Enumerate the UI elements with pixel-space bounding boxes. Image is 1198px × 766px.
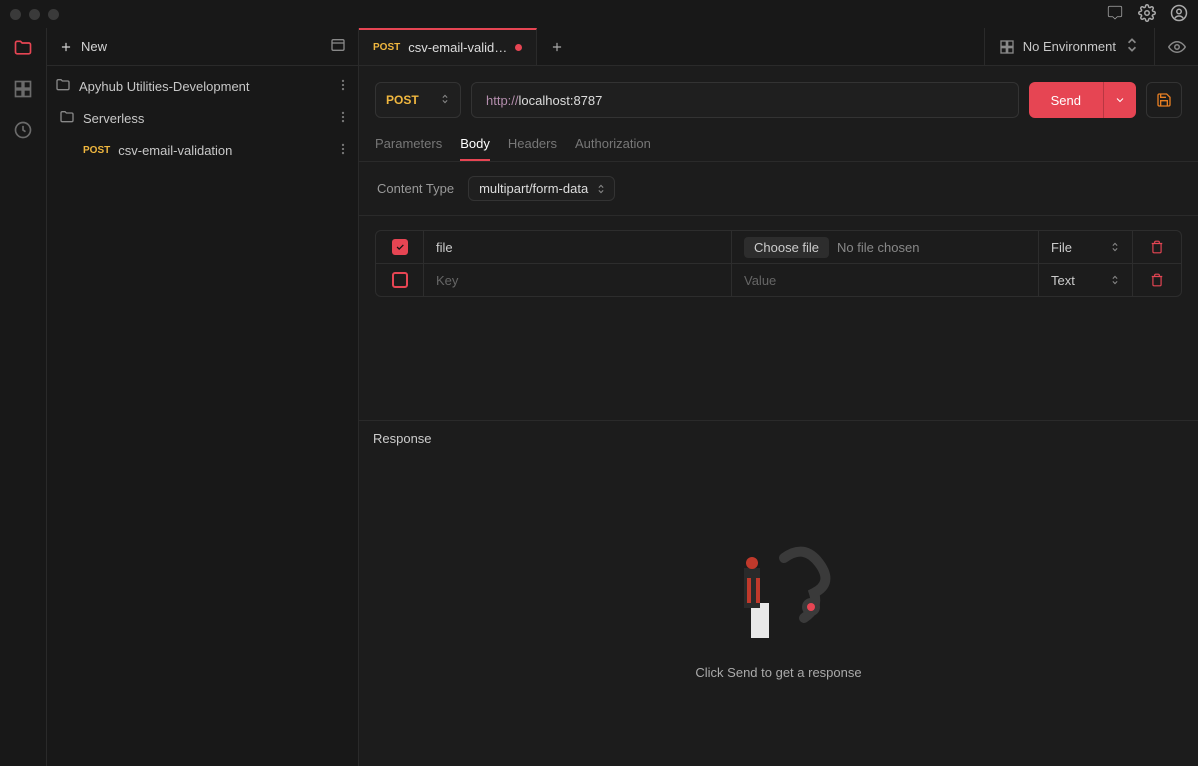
request-tab[interactable]: POST csv-email-valid…	[359, 28, 537, 65]
file-status: No file chosen	[837, 240, 919, 255]
more-icon[interactable]	[336, 78, 350, 95]
row-delete-button[interactable]	[1133, 231, 1181, 263]
nav-env-icon[interactable]	[13, 79, 33, 102]
more-icon[interactable]	[336, 142, 350, 159]
content-type-row: Content Type multipart/form-data	[359, 162, 1198, 216]
row-enable-checkbox[interactable]	[376, 264, 424, 296]
nav-history-icon[interactable]	[13, 120, 33, 143]
method-select-value: POST	[386, 93, 419, 107]
url-input[interactable]: http://localhost:8787	[471, 82, 1019, 118]
tab-authorization[interactable]: Authorization	[575, 128, 651, 161]
sidebar-item-label: Serverless	[83, 111, 328, 126]
row-value-input[interactable]: Choose file No file chosen	[732, 231, 1039, 263]
minimize-dot[interactable]	[29, 9, 40, 20]
row-delete-button[interactable]	[1133, 264, 1181, 296]
row-type-select[interactable]: Text	[1039, 264, 1133, 296]
row-type-value: File	[1051, 240, 1072, 255]
sidebar-item-apyhub[interactable]: Apyhub Utilities-Development	[47, 70, 358, 102]
method-select[interactable]: POST	[375, 82, 461, 118]
row-key-input[interactable]: file	[424, 231, 732, 263]
dirty-indicator	[515, 44, 522, 51]
response-header: Response	[359, 421, 1198, 456]
row-type-value: Text	[1051, 273, 1075, 288]
response-pane: Response Click Send to get a response	[359, 421, 1198, 766]
form-row: Key Value Text	[375, 263, 1182, 297]
empty-illustration	[709, 543, 849, 643]
tab-body[interactable]: Body	[460, 128, 490, 161]
window-bar	[0, 0, 1198, 28]
preview-button[interactable]	[1154, 28, 1198, 65]
sidebar-item-label: csv-email-validation	[118, 143, 328, 158]
sidebar-item-serverless[interactable]: Serverless	[47, 102, 358, 134]
zoom-dot[interactable]	[48, 9, 59, 20]
row-type-select[interactable]: File	[1039, 231, 1133, 263]
sidebar-item-csv-email-validation[interactable]: POST csv-email-validation	[47, 134, 358, 166]
gear-icon[interactable]	[1138, 4, 1156, 25]
nav-collections-icon[interactable]	[13, 38, 33, 61]
send-dropdown[interactable]	[1103, 82, 1136, 118]
environment-select[interactable]: No Environment	[984, 28, 1154, 65]
row-value-placeholder: Value	[744, 273, 776, 288]
main-pane: POST csv-email-valid… No Environment POS…	[359, 28, 1198, 766]
content-type-label: Content Type	[377, 181, 454, 196]
url-scheme: http://	[486, 93, 519, 108]
tab-headers[interactable]: Headers	[508, 128, 557, 161]
choose-file-button[interactable]: Choose file	[744, 237, 829, 258]
sidebar-item-label: Apyhub Utilities-Development	[79, 79, 328, 94]
checkbox-icon	[392, 239, 408, 255]
panel-icon[interactable]	[330, 37, 346, 56]
section-tab-label: Authorization	[575, 136, 651, 151]
checkbox-icon	[392, 272, 408, 288]
tab-method: POST	[373, 42, 400, 53]
user-icon[interactable]	[1170, 4, 1188, 25]
chat-icon[interactable]	[1106, 4, 1124, 25]
new-button-label: New	[81, 39, 107, 54]
add-tab-button[interactable]	[537, 28, 577, 65]
save-button[interactable]	[1146, 82, 1182, 118]
url-host: localhost:8787	[519, 93, 603, 108]
row-key-placeholder: Key	[436, 273, 458, 288]
content-type-value: multipart/form-data	[479, 181, 588, 196]
form-row: file Choose file No file chosen File	[375, 230, 1182, 264]
folder-icon	[55, 77, 71, 96]
new-button[interactable]: New	[59, 39, 107, 54]
form-data-table: file Choose file No file chosen File Key	[359, 216, 1198, 310]
header-icons	[1106, 0, 1188, 28]
content-type-select[interactable]: multipart/form-data	[468, 176, 615, 201]
section-tab-label: Headers	[508, 136, 557, 151]
row-key-value: file	[436, 240, 453, 255]
send-button-label: Send	[1051, 93, 1081, 108]
section-tab-label: Body	[460, 136, 490, 151]
response-empty-state: Click Send to get a response	[359, 456, 1198, 766]
folder-icon	[59, 109, 75, 128]
chevron-updown-icon	[1124, 37, 1140, 56]
nav-rail	[0, 28, 47, 766]
sidebar: New Apyhub Utilities-Development Serverl…	[47, 28, 359, 766]
chevron-updown-icon	[440, 93, 450, 107]
row-key-input[interactable]: Key	[424, 264, 732, 296]
more-icon[interactable]	[336, 110, 350, 127]
row-value-input[interactable]: Value	[732, 264, 1039, 296]
response-empty-message: Click Send to get a response	[695, 665, 861, 680]
tab-parameters[interactable]: Parameters	[375, 128, 442, 161]
tab-bar: POST csv-email-valid… No Environment	[359, 28, 1198, 66]
method-badge: POST	[83, 145, 110, 156]
send-button-group: Send	[1029, 82, 1136, 118]
section-tab-label: Parameters	[375, 136, 442, 151]
collections-tree: Apyhub Utilities-Development Serverless …	[47, 66, 358, 170]
close-dot[interactable]	[10, 9, 21, 20]
environment-label: No Environment	[1023, 39, 1116, 54]
tab-title: csv-email-valid…	[408, 40, 507, 55]
row-enable-checkbox[interactable]	[376, 231, 424, 263]
url-row: POST http://localhost:8787 Send	[359, 66, 1198, 128]
section-tabs: Parameters Body Headers Authorization	[359, 128, 1198, 162]
traffic-lights	[10, 9, 59, 20]
send-button[interactable]: Send	[1029, 82, 1103, 118]
